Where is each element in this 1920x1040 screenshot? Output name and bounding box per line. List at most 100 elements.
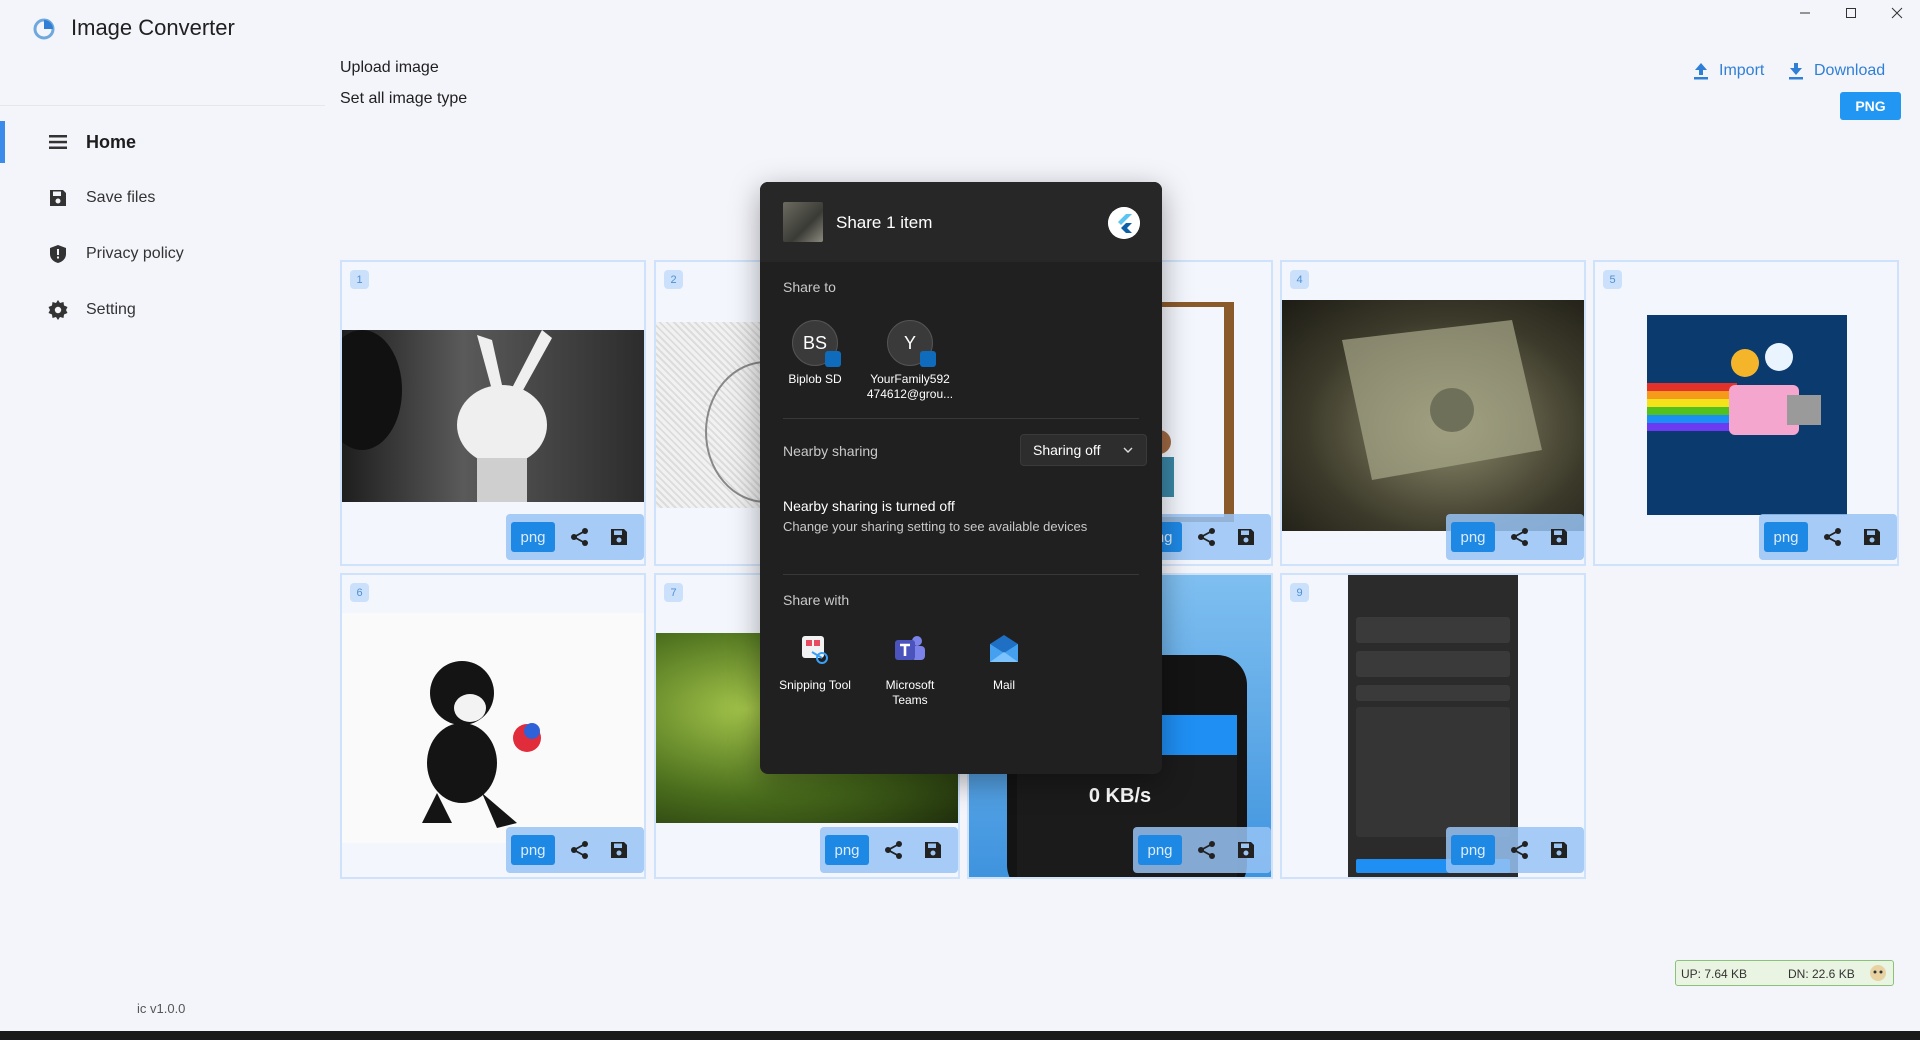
avatar: BS <box>792 320 841 367</box>
download-speed: DN: 22.6 KB <box>1788 967 1855 981</box>
upload-image-label: Upload image <box>340 59 439 76</box>
download-button[interactable]: Download <box>1788 62 1885 80</box>
upload-speed: UP: 7.64 KB <box>1681 967 1748 981</box>
sidebar-item-save-files[interactable]: Save files <box>0 177 325 219</box>
image-thumbnail <box>1647 315 1847 515</box>
share-app-snipping-tool[interactable]: Snipping Tool <box>768 632 862 693</box>
share-dialog: Share 1 item Share to BS Biplob SD Y You… <box>760 182 1162 774</box>
image-card[interactable]: 9 png <box>1280 573 1586 879</box>
close-button[interactable] <box>1874 0 1920 26</box>
card-number: 5 <box>1603 270 1622 289</box>
teams-icon <box>895 636 925 660</box>
speed-readout: 0 KB/s <box>1088 785 1152 807</box>
divider <box>783 574 1139 575</box>
card-number: 6 <box>350 583 369 602</box>
app-logo-icon <box>33 18 55 40</box>
download-icon <box>1789 63 1803 80</box>
share-to-label: Share to <box>783 279 836 295</box>
share-icon[interactable] <box>884 840 904 860</box>
flutter-icon <box>1108 207 1140 239</box>
save-icon[interactable] <box>609 840 629 860</box>
save-icon[interactable] <box>1236 840 1256 860</box>
minimize-icon <box>1800 12 1810 14</box>
card-actions: png <box>506 827 644 873</box>
version-label: ic v1.0.0 <box>137 1001 186 1016</box>
share-icon[interactable] <box>1510 527 1530 547</box>
image-type-button[interactable]: png <box>1451 522 1495 552</box>
save-icon[interactable] <box>1549 527 1569 547</box>
contact-name: Biplob SD <box>788 372 842 386</box>
outlook-badge-icon <box>920 351 936 367</box>
contact-biplob-sd[interactable]: BS Biplob SD <box>768 320 862 387</box>
share-icon[interactable] <box>570 840 590 860</box>
divider <box>783 418 1139 419</box>
image-type-button[interactable]: png <box>511 522 555 552</box>
card-number: 9 <box>1290 583 1309 602</box>
image-type-button[interactable]: png <box>1451 835 1495 865</box>
nearby-sharing-value: Sharing off <box>1033 442 1101 458</box>
save-icon[interactable] <box>609 527 629 547</box>
save-icon[interactable] <box>1549 840 1569 860</box>
sidebar-item-setting[interactable]: Setting <box>0 289 325 331</box>
image-card[interactable]: 5 png <box>1593 260 1899 566</box>
set-image-type-label: Set all image type <box>340 90 468 107</box>
shield-icon <box>47 243 69 265</box>
sidebar-divider <box>0 105 325 106</box>
image-type-button[interactable]: png <box>1138 835 1182 865</box>
share-app-name-line2: Teams <box>892 693 928 707</box>
close-icon <box>1891 7 1903 19</box>
nearby-sharing-select[interactable]: Sharing off <box>1020 434 1147 466</box>
all-type-selector[interactable]: PNG <box>1840 92 1901 120</box>
contact-yourfamily[interactable]: Y YourFamily592 474612@grou... <box>863 320 957 402</box>
app-title: Image Converter <box>71 15 235 40</box>
share-app-mail[interactable]: Mail <box>957 632 1051 693</box>
card-actions: png <box>1133 827 1271 873</box>
save-icon[interactable] <box>923 840 943 860</box>
image-type-button[interactable]: png <box>511 835 555 865</box>
image-card[interactable]: 6 png <box>340 573 646 879</box>
sidebar-item-label: Home <box>86 131 137 152</box>
image-card[interactable]: 1 png <box>340 260 646 566</box>
sidebar-item-label: Privacy policy <box>86 245 184 262</box>
maximize-icon <box>1846 8 1856 18</box>
share-icon[interactable] <box>1197 527 1217 547</box>
image-type-button[interactable]: png <box>825 835 869 865</box>
minimize-button[interactable] <box>1782 0 1828 26</box>
share-app-name: Microsoft <box>885 678 935 692</box>
snipping-tool-icon <box>802 636 828 664</box>
sidebar: Home Save files Privacy policy Setting <box>0 56 325 1031</box>
share-icon[interactable] <box>570 527 590 547</box>
share-app-microsoft-teams[interactable]: Microsoft Teams <box>863 632 957 708</box>
download-label: Download <box>1814 62 1886 79</box>
save-icon[interactable] <box>1236 527 1256 547</box>
contact-name-line2: 474612@grou... <box>866 387 954 401</box>
maximize-button[interactable] <box>1828 0 1874 26</box>
save-icon[interactable] <box>1862 527 1882 547</box>
sidebar-item-privacy-policy[interactable]: Privacy policy <box>0 233 325 275</box>
share-icon[interactable] <box>1823 527 1843 547</box>
share-icon[interactable] <box>1197 840 1217 860</box>
menu-icon <box>47 131 69 153</box>
mail-icon <box>990 635 1018 662</box>
share-icon[interactable] <box>1510 840 1530 860</box>
image-type-button[interactable]: png <box>1764 522 1808 552</box>
image-thumbnail <box>342 613 644 843</box>
mascot-icon <box>1870 965 1886 981</box>
sidebar-item-home[interactable]: Home <box>0 121 325 163</box>
network-speed-widget: UP: 7.64 KB DN: 22.6 KB <box>1675 960 1894 986</box>
nearby-status-message: Nearby sharing is turned off <box>783 498 955 514</box>
card-number: 7 <box>664 583 683 602</box>
card-number: 4 <box>1290 270 1309 289</box>
image-card[interactable]: 4 png <box>1280 260 1586 566</box>
share-with-label: Share with <box>783 592 850 608</box>
gear-icon <box>47 299 69 321</box>
upload-icon <box>1694 63 1708 80</box>
sidebar-item-label: Save files <box>86 189 156 206</box>
share-dialog-header: Share 1 item <box>760 182 1162 262</box>
card-actions: png <box>1446 514 1584 560</box>
card-actions: png <box>1446 827 1584 873</box>
card-actions: png <box>820 827 958 873</box>
import-button[interactable]: Import <box>1693 62 1764 80</box>
nearby-sharing-label: Nearby sharing <box>783 443 878 459</box>
card-number: 2 <box>664 270 683 289</box>
